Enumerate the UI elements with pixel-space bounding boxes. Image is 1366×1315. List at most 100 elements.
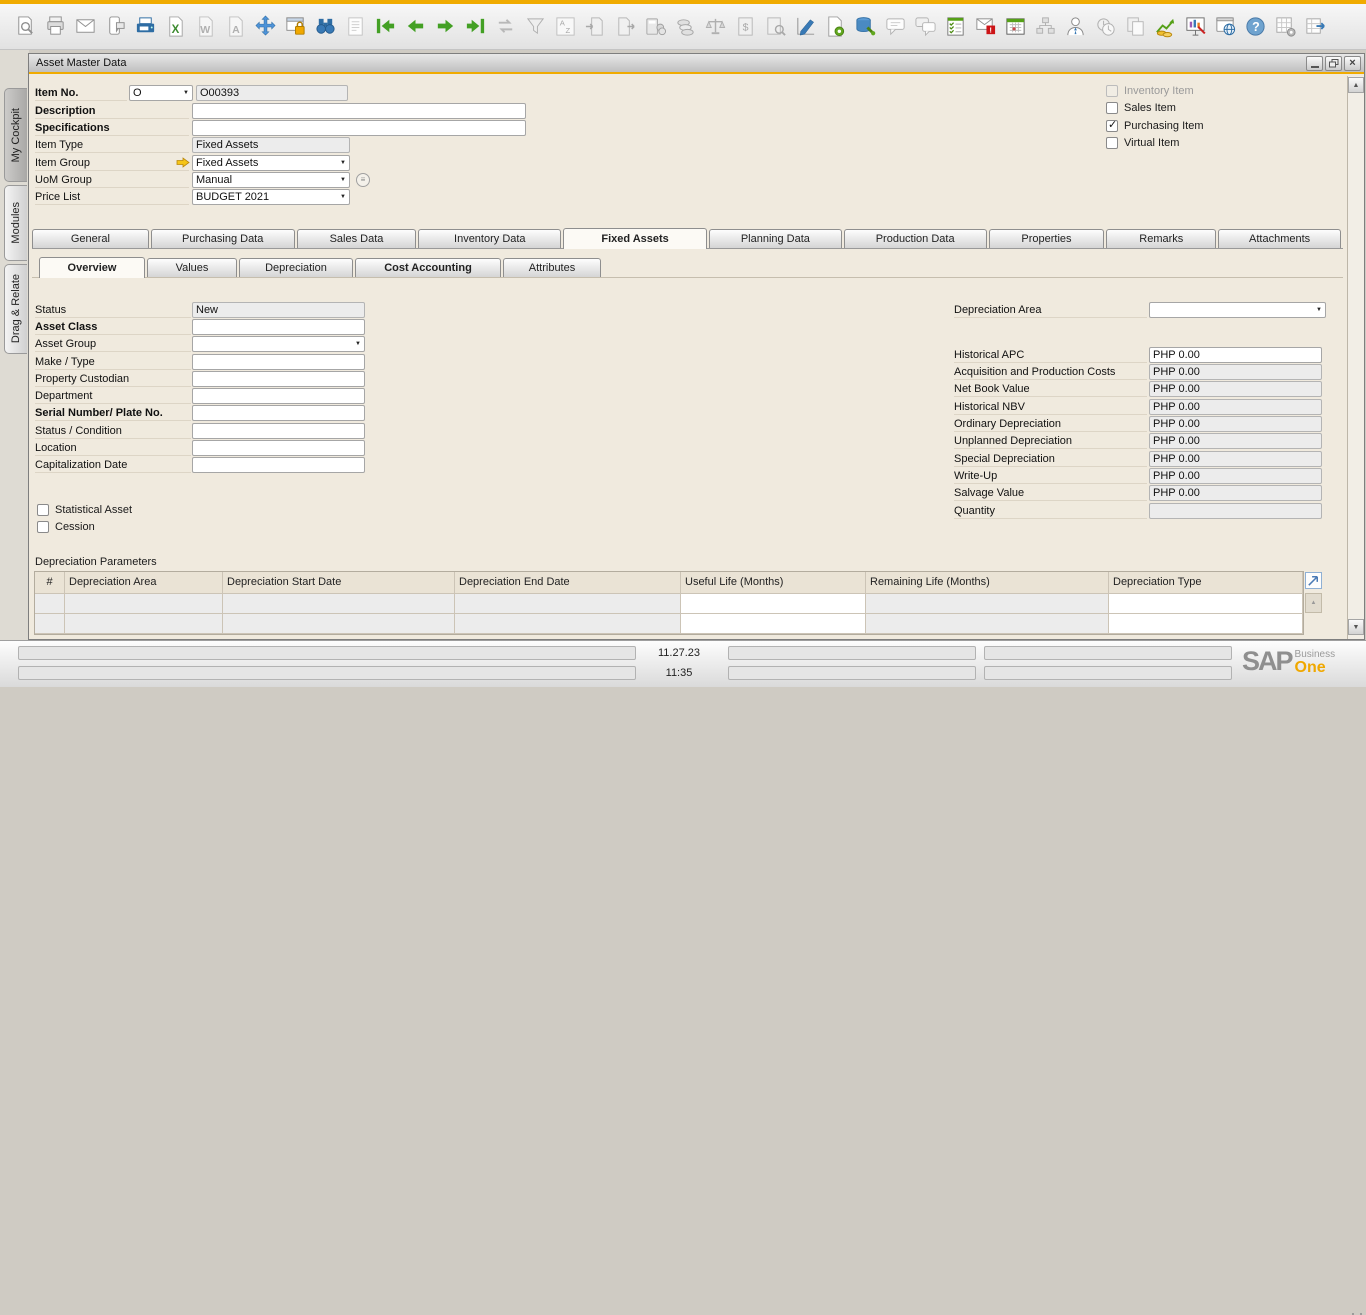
export-pdf-icon[interactable]: A xyxy=(224,15,247,38)
filter-table-icon[interactable] xyxy=(524,15,547,38)
close-button[interactable]: × xyxy=(1344,55,1361,71)
uom-detail-button[interactable]: ≡ xyxy=(356,173,370,187)
item-group-dropdown[interactable]: Fixed Assets ▼ xyxy=(192,155,350,171)
cession-checkbox[interactable] xyxy=(37,521,49,533)
col-header-depreciation-start-date[interactable]: Depreciation Start Date xyxy=(223,572,455,594)
dock-tab-drag-relate[interactable]: Drag & Relate xyxy=(4,264,27,354)
cell[interactable] xyxy=(35,594,65,614)
last-record-icon[interactable] xyxy=(464,15,487,38)
pickers-display-icon[interactable] xyxy=(1184,15,1207,38)
scroll-down-icon[interactable]: ▼ xyxy=(1348,619,1364,635)
document-settings-icon[interactable] xyxy=(824,15,847,38)
print-preview-icon[interactable] xyxy=(14,15,37,38)
navigate-icon[interactable] xyxy=(254,15,277,38)
refresh-record-icon[interactable] xyxy=(494,15,517,38)
dock-tab-modules[interactable]: Modules xyxy=(4,185,27,261)
org-chart-icon[interactable] xyxy=(1034,15,1057,38)
export-word-icon[interactable]: W xyxy=(194,15,217,38)
salvage-value-field[interactable]: PHP 0.00 xyxy=(1149,485,1322,501)
asset-class-input[interactable] xyxy=(192,319,365,335)
cell[interactable] xyxy=(866,594,1109,614)
send-email-icon[interactable] xyxy=(74,15,97,38)
cash-flow-icon[interactable] xyxy=(1154,15,1177,38)
description-input[interactable] xyxy=(192,103,526,119)
scroll-up-icon[interactable]: ▲ xyxy=(1348,77,1364,93)
find-icon[interactable] xyxy=(314,15,337,38)
price-list-dropdown[interactable]: BUDGET 2021 ▼ xyxy=(192,189,350,205)
net-book-value-field[interactable]: PHP 0.00 xyxy=(1149,381,1322,397)
item-type-field[interactable]: Fixed Assets xyxy=(192,137,350,153)
first-record-icon[interactable] xyxy=(374,15,397,38)
col-header-row-number[interactable]: # xyxy=(35,572,65,594)
quantity-field[interactable] xyxy=(1149,503,1322,519)
tab-sales-data[interactable]: Sales Data xyxy=(296,229,417,248)
cell[interactable] xyxy=(1109,594,1303,614)
department-input[interactable] xyxy=(192,388,365,404)
link-arrow-icon[interactable] xyxy=(176,157,190,171)
cell[interactable] xyxy=(681,614,866,634)
payment-means-icon[interactable] xyxy=(644,15,667,38)
col-header-useful-life[interactable]: Useful Life (Months) xyxy=(681,572,866,594)
ordinary-depreciation-field[interactable]: PHP 0.00 xyxy=(1149,416,1322,432)
col-header-depreciation-type[interactable]: Depreciation Type xyxy=(1109,572,1303,594)
tab-general[interactable]: General xyxy=(32,229,149,248)
sales-item-checkbox[interactable] xyxy=(1106,102,1118,114)
cell[interactable] xyxy=(35,614,65,634)
transaction-journal-icon[interactable] xyxy=(764,15,787,38)
cell[interactable] xyxy=(223,614,455,634)
inventory-item-checkbox[interactable] xyxy=(1106,85,1118,97)
subtab-cost-accounting[interactable]: Cost Accounting xyxy=(355,258,501,277)
subtab-overview[interactable]: Overview xyxy=(39,257,145,278)
web-browser-icon[interactable] xyxy=(1214,15,1237,38)
related-documents-icon[interactable] xyxy=(1124,15,1147,38)
cell[interactable] xyxy=(455,614,681,634)
form-settings-icon[interactable] xyxy=(794,15,817,38)
dock-tab-my-cockpit[interactable]: My Cockpit xyxy=(4,88,27,182)
cell[interactable] xyxy=(223,594,455,614)
print-icon[interactable] xyxy=(44,15,67,38)
specifications-input[interactable] xyxy=(192,120,526,136)
status-field[interactable]: New xyxy=(192,302,365,318)
previous-record-icon[interactable] xyxy=(404,15,427,38)
opportunities-icon[interactable] xyxy=(914,15,937,38)
tab-production-data[interactable]: Production Data xyxy=(843,229,987,248)
send-sms-icon[interactable] xyxy=(104,15,127,38)
col-header-remaining-life[interactable]: Remaining Life (Months) xyxy=(866,572,1109,594)
tab-purchasing-data[interactable]: Purchasing Data xyxy=(150,229,295,248)
subtab-attributes[interactable]: Attributes xyxy=(503,258,601,277)
tab-properties[interactable]: Properties xyxy=(988,229,1105,248)
subtab-depreciation[interactable]: Depreciation xyxy=(239,258,353,277)
item-no-field[interactable]: O00393 xyxy=(196,85,348,101)
cell[interactable] xyxy=(1109,614,1303,634)
property-custodian-input[interactable] xyxy=(192,371,365,387)
statistical-asset-checkbox[interactable] xyxy=(37,504,49,516)
table-scroll-up-button[interactable]: ▲ xyxy=(1305,593,1322,613)
copy-to-icon[interactable] xyxy=(614,15,637,38)
capitalization-date-input[interactable] xyxy=(192,457,365,473)
asset-group-dropdown[interactable]: ▼ xyxy=(192,336,365,352)
item-series-dropdown[interactable]: O ▼ xyxy=(129,85,193,101)
unplanned-depreciation-field[interactable]: PHP 0.00 xyxy=(1149,433,1322,449)
calendar-icon[interactable] xyxy=(1004,15,1027,38)
settings-grid-icon[interactable] xyxy=(1274,15,1297,38)
historical-nbv-field[interactable]: PHP 0.00 xyxy=(1149,399,1322,415)
virtual-item-checkbox[interactable] xyxy=(1106,137,1118,149)
lock-screen-icon[interactable] xyxy=(284,15,307,38)
copy-from-icon[interactable] xyxy=(584,15,607,38)
tab-attachments[interactable]: Attachments xyxy=(1218,229,1342,248)
tab-fixed-assets[interactable]: Fixed Assets xyxy=(563,228,707,249)
location-input[interactable] xyxy=(192,440,365,456)
gross-profit-icon[interactable] xyxy=(704,15,727,38)
activity-icon[interactable] xyxy=(944,15,967,38)
uom-group-dropdown[interactable]: Manual ▼ xyxy=(192,172,350,188)
alerts-icon[interactable]: ! xyxy=(974,15,997,38)
write-up-field[interactable]: PHP 0.00 xyxy=(1149,468,1322,484)
acquisition-production-costs-field[interactable]: PHP 0.00 xyxy=(1149,364,1322,380)
cell[interactable] xyxy=(681,594,866,614)
online-help-icon[interactable]: ? xyxy=(1244,15,1267,38)
cell[interactable] xyxy=(455,594,681,614)
special-depreciation-field[interactable]: PHP 0.00 xyxy=(1149,451,1322,467)
col-header-depreciation-end-date[interactable]: Depreciation End Date xyxy=(455,572,681,594)
restore-button[interactable] xyxy=(1325,55,1342,71)
cell[interactable] xyxy=(866,614,1109,634)
